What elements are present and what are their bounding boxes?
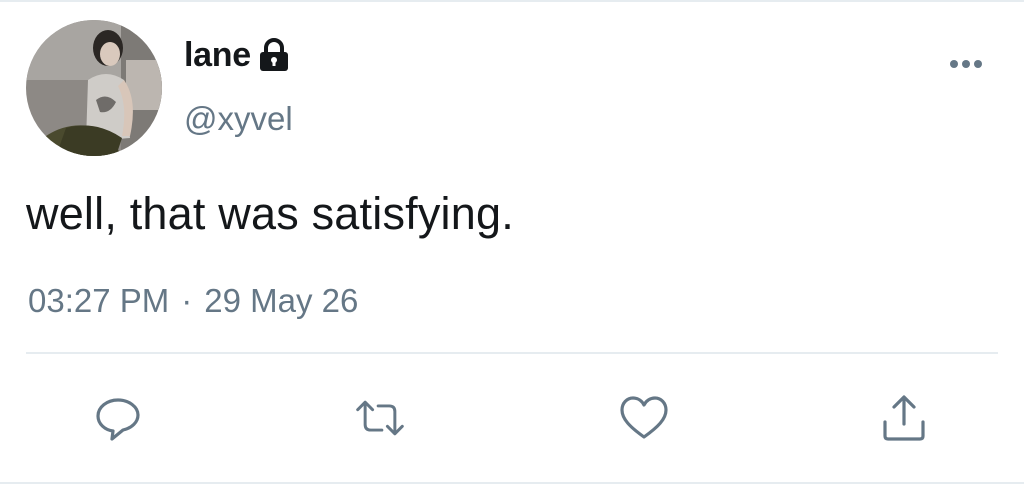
share-icon bbox=[883, 395, 925, 441]
meta-separator: · bbox=[181, 282, 193, 319]
tweet-timestamp[interactable]: 03:27 PM · 29 May 26 bbox=[28, 282, 358, 320]
reply-icon bbox=[96, 398, 140, 441]
user-handle[interactable]: @xyvel bbox=[184, 100, 293, 138]
display-name-row: lane bbox=[184, 34, 291, 76]
tweet-time: 03:27 PM bbox=[28, 282, 170, 319]
avatar-image bbox=[26, 20, 162, 156]
reply-button[interactable] bbox=[92, 392, 144, 444]
avatar[interactable] bbox=[26, 20, 162, 156]
retweet-icon bbox=[356, 400, 404, 436]
lock-icon bbox=[257, 37, 291, 73]
more-horizontal-icon[interactable] bbox=[946, 52, 990, 76]
tweet-date: 29 May 26 bbox=[204, 282, 359, 319]
heart-icon bbox=[620, 396, 668, 439]
tweet-text: well, that was satisfying. bbox=[26, 188, 514, 239]
display-name[interactable]: lane bbox=[184, 36, 251, 75]
top-divider bbox=[0, 0, 1024, 2]
tweet-card: lane @xyvel well, that was satisfying. 0… bbox=[0, 0, 1024, 484]
like-button[interactable] bbox=[618, 392, 670, 444]
retweet-button[interactable] bbox=[354, 392, 406, 444]
share-button[interactable] bbox=[878, 392, 930, 444]
actions-divider bbox=[26, 352, 998, 354]
